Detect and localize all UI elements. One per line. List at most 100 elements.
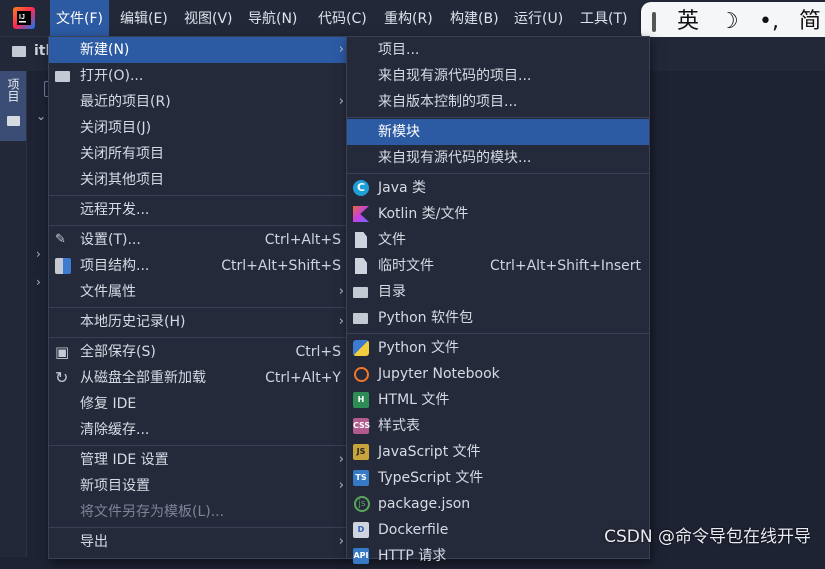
menu-item-label: 设置(T)... xyxy=(80,232,141,248)
menu-item-label: 全部保存(S) xyxy=(80,344,156,360)
menu-item-label: Jupyter Notebook xyxy=(378,366,500,382)
menu-item-label: package.json xyxy=(378,496,471,512)
python-icon xyxy=(353,340,369,356)
menu-item-label: 临时文件 xyxy=(378,258,434,274)
chevron-right-icon[interactable]: › xyxy=(36,275,41,289)
file-menu-item[interactable]: 本地历史记录(H) › xyxy=(49,309,349,335)
python-package-icon xyxy=(353,313,368,324)
menubar-item[interactable]: 运行(U) xyxy=(508,0,569,36)
scratch-file-icon xyxy=(355,258,367,274)
new-submenu-item[interactable]: 来自现有源代码的项目... xyxy=(347,63,649,89)
new-submenu-item[interactable]: Python 软件包 xyxy=(347,305,649,331)
new-submenu-item[interactable]: Python 文件 xyxy=(347,335,649,361)
new-submenu-item[interactable]: TS TypeScript 文件 xyxy=(347,465,649,491)
java-class-icon: C xyxy=(353,180,369,196)
menubar-item[interactable]: 文件(F) xyxy=(50,0,109,36)
file-menu: 新建(N) › 打开(O)... 最近的项目(R) › 关闭项目(J) 关闭所有项目 关闭其他… xyxy=(48,36,350,559)
left-tool-strip xyxy=(0,71,27,557)
file-menu-item[interactable]: 修复 IDE xyxy=(49,391,349,417)
file-menu-item[interactable]: 管理 IDE 设置 › xyxy=(49,447,349,473)
menu-separator xyxy=(49,337,349,338)
menu-separator xyxy=(49,195,349,196)
file-menu-item[interactable]: 最近的项目(R) › xyxy=(49,89,349,115)
new-submenu-item[interactable]: 来自现有源代码的模块... xyxy=(347,145,649,171)
file-menu-item[interactable]: 打开(O)... xyxy=(49,63,349,89)
file-menu-item[interactable]: 新项目设置 › xyxy=(49,473,349,499)
menubar-item[interactable]: 导航(N) xyxy=(242,0,303,36)
chevron-right-icon: › xyxy=(338,534,344,549)
menu-item-label: 关闭项目(J) xyxy=(80,120,152,136)
new-submenu-item[interactable]: 临时文件 Ctrl+Alt+Shift+Insert xyxy=(347,253,649,279)
project-folder-icon xyxy=(12,46,26,57)
new-submenu-item[interactable]: CSS 样式表 xyxy=(347,413,649,439)
file-menu-item[interactable]: 关闭项目(J) xyxy=(49,115,349,141)
menubar-item[interactable]: 工具(T) xyxy=(574,0,633,36)
folder-icon xyxy=(7,116,20,126)
file-menu-item[interactable]: ✎ 设置(T)... Ctrl+Alt+S xyxy=(49,227,349,253)
file-icon xyxy=(355,232,367,248)
menu-item-label: 新模块 xyxy=(378,124,420,140)
file-menu-item[interactable]: 文件属性 › xyxy=(49,279,349,305)
menu-item-label: 远程开发... xyxy=(80,202,150,218)
menu-item-label: Dockerfile xyxy=(378,522,449,538)
menu-item-shortcut: Ctrl+Alt+Y xyxy=(265,370,341,386)
menu-item-label: 项目... xyxy=(378,42,420,58)
file-menu-item[interactable]: 新建(N) › xyxy=(49,37,349,63)
menu-item-label: 修复 IDE xyxy=(80,396,137,412)
menu-item-label: 管理 IDE 设置 xyxy=(80,452,169,468)
menubar-item[interactable]: 构建(B) xyxy=(444,0,505,36)
new-submenu-item[interactable]: 来自版本控制的项目... xyxy=(347,89,649,115)
svg-text:IJ: IJ xyxy=(19,14,25,21)
save-icon: ▣ xyxy=(55,343,70,361)
new-submenu-item[interactable]: js package.json xyxy=(347,491,649,517)
menu-item-shortcut: Ctrl+Alt+Shift+S xyxy=(221,258,341,274)
new-submenu-item[interactable]: H HTML 文件 xyxy=(347,387,649,413)
new-submenu-item[interactable]: 目录 xyxy=(347,279,649,305)
menu-separator xyxy=(49,527,349,528)
new-submenu-item[interactable]: 文件 xyxy=(347,227,649,253)
file-menu-item[interactable]: ↻ 从磁盘全部重新加载 Ctrl+Alt+Y xyxy=(49,365,349,391)
menu-separator xyxy=(49,445,349,446)
menu-item-shortcut: Ctrl+S xyxy=(295,344,341,360)
new-submenu-item[interactable]: C Java 类 xyxy=(347,175,649,201)
ime-punctuation[interactable]: •, xyxy=(759,9,779,35)
menu-item-label: HTTP 请求 xyxy=(378,548,447,564)
menu-item-label: Python 软件包 xyxy=(378,310,473,326)
chevron-down-icon[interactable]: ⌄ xyxy=(36,109,46,123)
new-submenu-item[interactable]: 新模块 xyxy=(347,119,649,145)
menu-item-label: JavaScript 文件 xyxy=(378,444,481,460)
project-structure-icon xyxy=(55,258,71,274)
new-submenu-item[interactable]: JS JavaScript 文件 xyxy=(347,439,649,465)
file-menu-item[interactable]: 远程开发... xyxy=(49,197,349,223)
project-tool-tab-label: 项目 xyxy=(6,78,20,102)
menu-item-label: 本地历史记录(H) xyxy=(80,314,186,330)
folder-open-icon xyxy=(55,71,70,82)
file-menu-item[interactable]: 项目结构... Ctrl+Alt+Shift+S xyxy=(49,253,349,279)
menu-item-label: 打开(O)... xyxy=(80,68,144,84)
ime-drag-handle[interactable] xyxy=(652,12,656,32)
menu-item-label: 目录 xyxy=(378,284,406,300)
menu-item-shortcut: Ctrl+Alt+S xyxy=(264,232,341,248)
file-menu-item[interactable]: 清除缓存... xyxy=(49,417,349,443)
new-submenu-item[interactable]: Jupyter Notebook xyxy=(347,361,649,387)
menu-item-label: 样式表 xyxy=(378,418,420,434)
file-menu-item[interactable]: 导出 › xyxy=(49,529,349,555)
ime-language[interactable]: 英 xyxy=(677,9,699,35)
menubar-item[interactable]: 编辑(E) xyxy=(114,0,174,36)
file-menu-item[interactable]: 关闭所有项目 xyxy=(49,141,349,167)
reload-icon: ↻ xyxy=(55,368,69,387)
menubar-item[interactable]: 视图(V) xyxy=(178,0,239,36)
new-submenu-item[interactable]: 项目... xyxy=(347,37,649,63)
new-submenu-item[interactable]: Kotlin 类/文件 xyxy=(347,201,649,227)
typescript-icon: TS xyxy=(353,470,369,486)
intellij-logo-icon[interactable]: IJ xyxy=(12,6,36,30)
file-menu-item[interactable]: ▣ 全部保存(S) Ctrl+S xyxy=(49,339,349,365)
ime-simplified[interactable]: 简 xyxy=(799,9,821,35)
chevron-right-icon[interactable]: › xyxy=(36,247,41,261)
menu-separator xyxy=(347,333,649,334)
file-menu-item: 将文件另存为模板(L)... xyxy=(49,499,349,525)
ime-moon-icon[interactable]: ☽ xyxy=(719,9,739,35)
menubar-item[interactable]: 重构(R) xyxy=(378,0,439,36)
file-menu-item[interactable]: 关闭其他项目 xyxy=(49,167,349,193)
menubar-item[interactable]: 代码(C) xyxy=(312,0,373,36)
